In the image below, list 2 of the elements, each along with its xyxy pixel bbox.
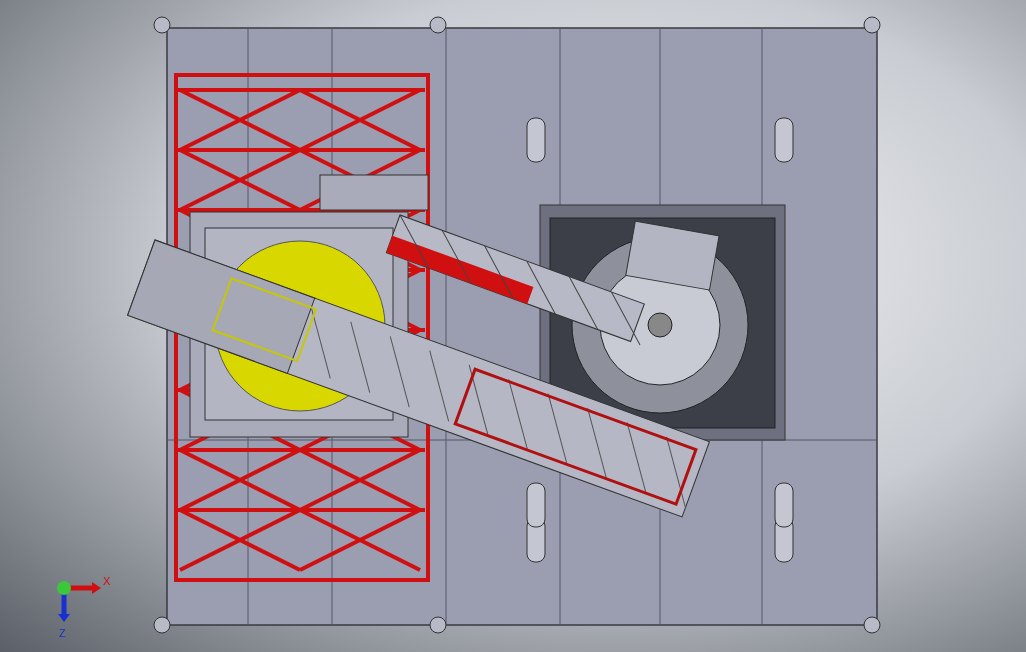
z-axis-label: Z — [59, 628, 66, 639]
x-axis-label: X — [103, 576, 111, 587]
